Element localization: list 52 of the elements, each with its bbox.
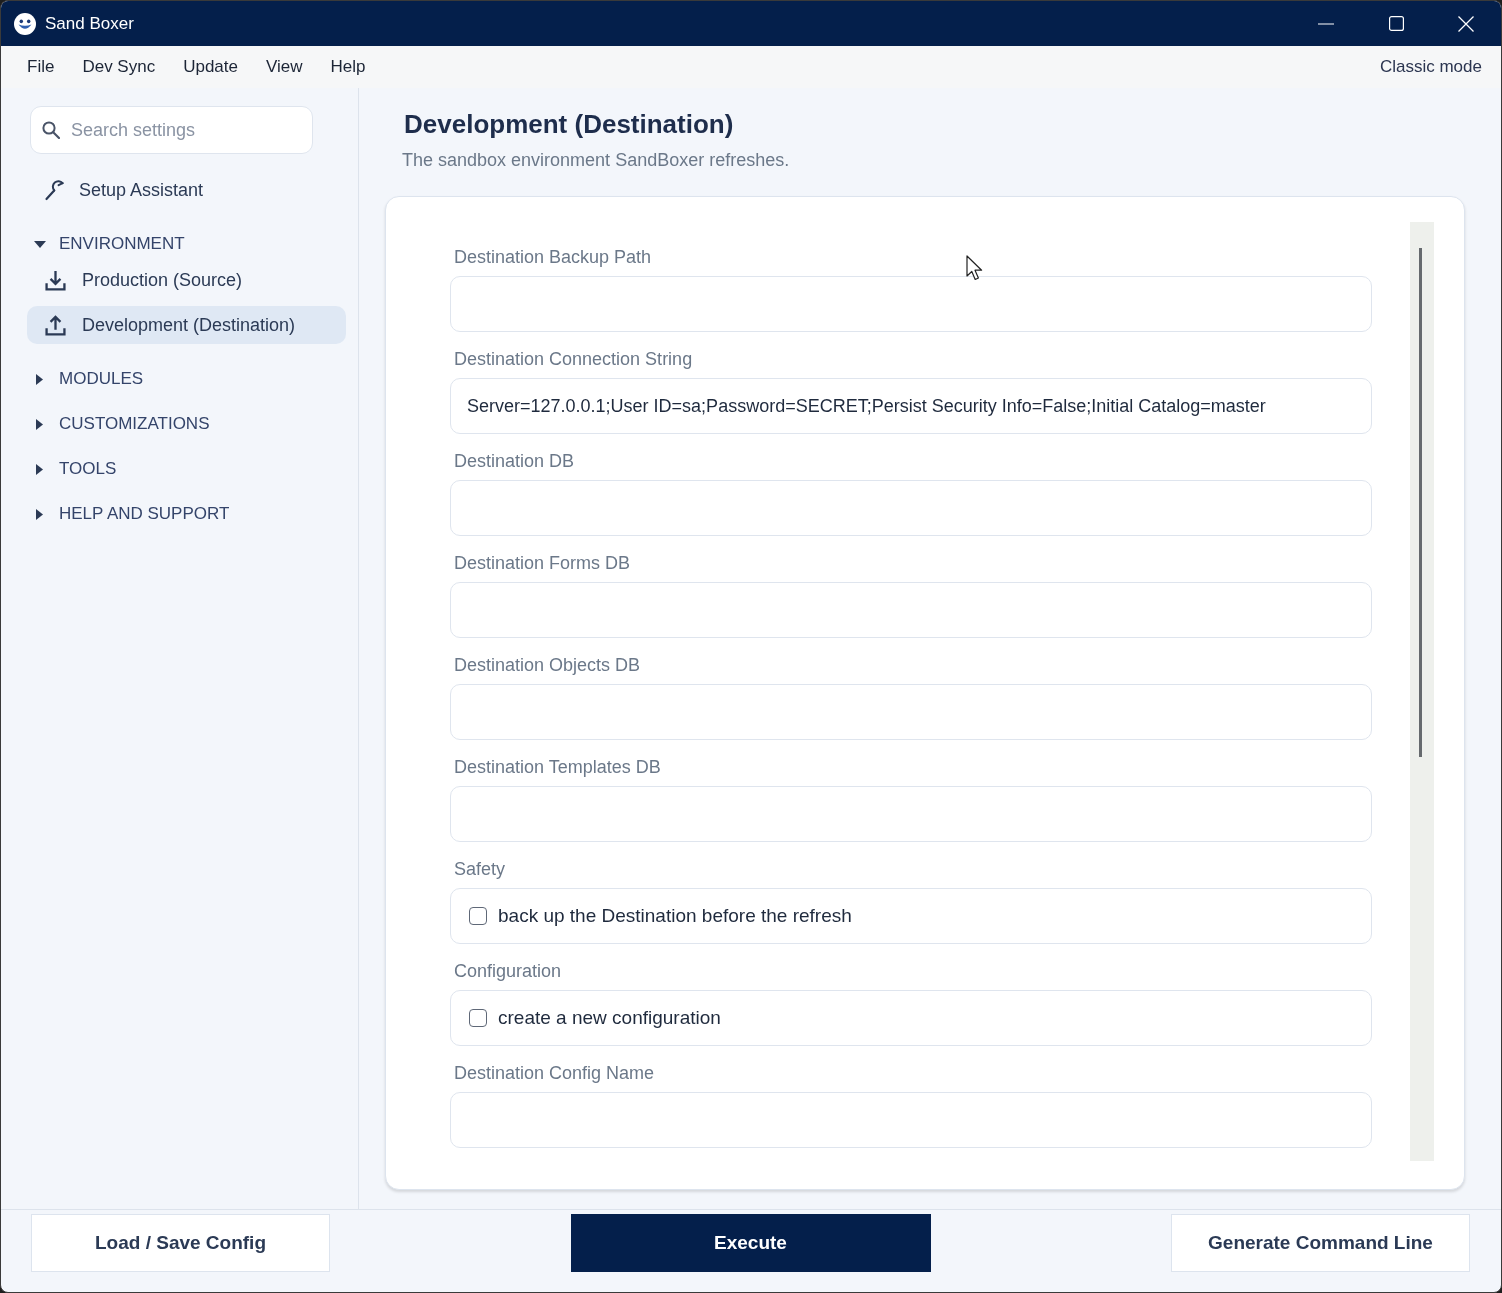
close-icon <box>1458 15 1474 32</box>
setup-assistant-item[interactable]: Setup Assistant <box>27 172 346 208</box>
text-field[interactable] <box>450 582 1372 638</box>
field-label: Safety <box>454 858 506 880</box>
wrench-icon <box>44 179 64 201</box>
field-label: Destination DB <box>454 450 575 472</box>
page-title: Development (Destination) <box>404 108 734 140</box>
mode-link[interactable]: Classic mode <box>1379 53 1482 81</box>
window-title: Sand Boxer <box>45 13 134 34</box>
smiley-face-icon <box>14 12 36 35</box>
field-label: Destination Forms DB <box>454 552 631 574</box>
field-label: Destination Connection String <box>454 348 693 370</box>
sidebar-item[interactable]: Development (Destination) <box>27 306 346 344</box>
scrollbar-thumb[interactable] <box>1418 248 1422 757</box>
menu-item[interactable]: Help <box>316 53 380 81</box>
field-label: Configuration <box>454 960 562 982</box>
checkbox[interactable] <box>469 907 487 925</box>
section-header[interactable]: CUSTOMIZATIONS <box>27 406 346 442</box>
menu-item[interactable]: Dev Sync <box>68 53 170 81</box>
text-field[interactable] <box>450 1092 1372 1148</box>
upload-icon <box>45 314 66 336</box>
section-header[interactable]: HELP AND SUPPORT <box>27 496 346 532</box>
text-field[interactable] <box>450 480 1372 536</box>
checkbox-label: back up the Destination before the refresh <box>498 905 852 927</box>
menu-item[interactable]: Update <box>169 53 252 81</box>
search-icon <box>42 121 60 139</box>
download-icon <box>45 269 66 291</box>
checkbox[interactable] <box>469 1009 487 1027</box>
section-header[interactable]: TOOLS <box>27 451 346 487</box>
text-field[interactable] <box>450 276 1372 332</box>
text-field[interactable] <box>450 684 1372 740</box>
page-subtitle: The sandbox environment SandBoxer refreshes. <box>402 149 790 171</box>
footer-button[interactable]: Load / Save Config <box>31 1214 330 1272</box>
menu-item[interactable]: View <box>252 53 317 81</box>
section-header[interactable]: ENVIRONMENT <box>27 226 346 262</box>
footer-button[interactable]: Generate Command Line <box>1171 1214 1470 1272</box>
field-label: Destination Config Name <box>454 1062 655 1084</box>
scrollbar[interactable] <box>1410 222 1434 1161</box>
text-field[interactable] <box>450 786 1372 842</box>
field-label: Destination Templates DB <box>454 756 661 778</box>
text-field[interactable]: Server=127.0.0.1;User ID=sa;Password=SECRET;Persist Security Info=False;Initial Catalog=master <box>450 378 1372 434</box>
mouse-pointer-icon <box>966 255 984 282</box>
field-label: Destination Backup Path <box>454 246 652 268</box>
section-header[interactable]: MODULES <box>27 361 346 397</box>
sidebar-item[interactable]: Production (Source) <box>27 262 346 298</box>
execute-button[interactable]: Execute <box>570 1214 931 1272</box>
maximize-icon <box>1388 16 1404 31</box>
checkbox-label: create a new configuration <box>498 1007 721 1029</box>
minimize-icon <box>1318 22 1334 25</box>
field-label: Destination Objects DB <box>454 654 641 676</box>
menu-item[interactable]: File <box>13 53 69 81</box>
search-field[interactable]: Search settings <box>30 106 313 154</box>
